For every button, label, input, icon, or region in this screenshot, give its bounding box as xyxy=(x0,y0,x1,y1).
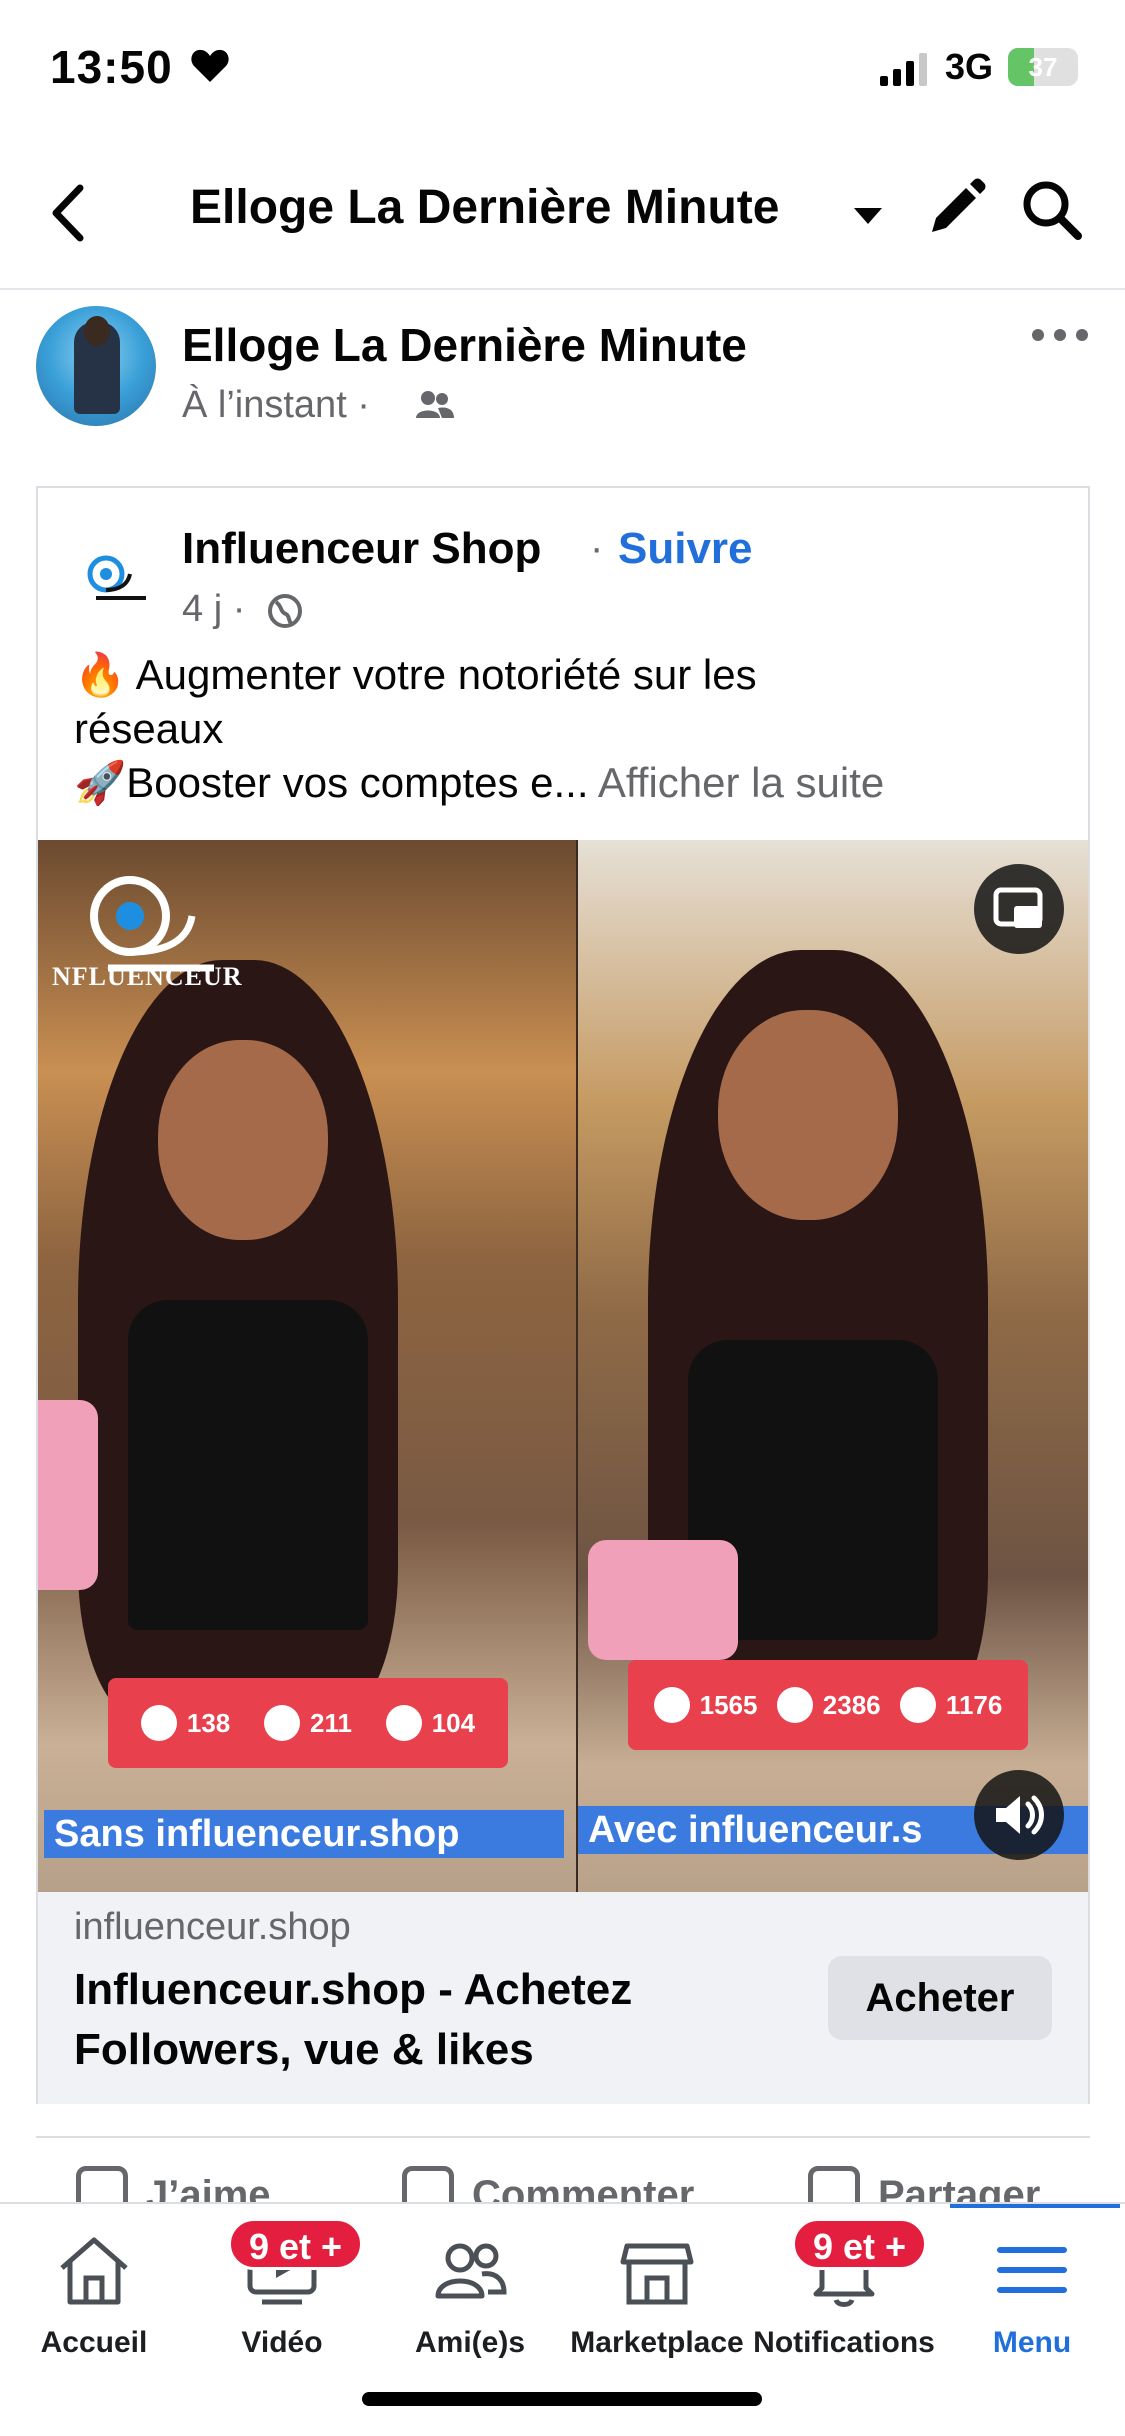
post-text-truncated: 🚀Booster vos comptes e... xyxy=(74,759,589,806)
person-face xyxy=(718,1010,898,1220)
video-left-panel: NFLUENCEUR 138 211 104 Sans influenceur.… xyxy=(38,840,576,1892)
picture-in-picture-button[interactable] xyxy=(974,864,1064,954)
heart-icon xyxy=(776,1687,813,1723)
author-avatar[interactable] xyxy=(36,306,156,426)
network-type: 3G xyxy=(945,46,994,87)
name-separator: · xyxy=(590,526,604,570)
friends-icon xyxy=(435,2243,507,2299)
views-icon xyxy=(385,1705,422,1741)
thumbs-up-icon xyxy=(76,2166,128,2202)
tab-marketplace[interactable]: Marketplace xyxy=(563,2204,751,2384)
shared-post-text: 🔥 Augmenter votre notoriété sur les rése… xyxy=(74,648,1064,810)
page-title[interactable]: Elloge La Dernière Minute xyxy=(190,180,779,235)
tab-friends[interactable]: Ami(e)s xyxy=(376,2204,564,2384)
signal-icon xyxy=(880,53,927,86)
notifications-badge: 9 et + xyxy=(792,2218,928,2270)
heart-icon xyxy=(264,1705,301,1741)
comment-label: Commenter xyxy=(472,2173,695,2202)
video-right-panel: 1565 2386 1176 Avec influenceur.s xyxy=(578,840,1088,1892)
status-bar: 13:50 3G 37 xyxy=(0,0,1125,140)
stats-box-left: 138 211 104 xyxy=(108,1678,508,1768)
comment-icon xyxy=(402,2166,454,2202)
likes-count: 211 xyxy=(310,1707,352,1738)
person-face xyxy=(158,1040,328,1240)
post-text-line: 🚀Booster vos comptes e... Afficher la su… xyxy=(74,756,1064,810)
views-icon xyxy=(899,1687,936,1723)
post-actions: J’aime Commenter Partager xyxy=(36,2136,1090,2202)
shared-page-name[interactable]: Influenceur Shop xyxy=(182,524,541,574)
see-more-link[interactable]: Afficher la suite xyxy=(598,759,884,806)
heart-icon xyxy=(191,49,229,82)
link-title[interactable]: Influenceur.shop - Achetez Followers, vu… xyxy=(74,1960,774,2080)
link-domain: influenceur.shop xyxy=(74,1906,351,1948)
phone-image xyxy=(38,1400,98,1590)
tab-marketplace-label: Marketplace xyxy=(570,2326,744,2359)
marketplace-icon xyxy=(620,2243,694,2305)
comments-count: 138 xyxy=(186,1707,231,1738)
shared-post-card[interactable]: Influenceur Shop · Suivre 4 j · 🔥 Augmen… xyxy=(36,486,1090,2104)
stats-box-right: 1565 2386 1176 xyxy=(628,1660,1028,1750)
views-count: 104 xyxy=(431,1707,476,1738)
follow-button[interactable]: Suivre xyxy=(618,524,753,574)
hamburger-menu-icon xyxy=(997,2247,1067,2293)
link-title-line: Followers, vue & likes xyxy=(74,2025,534,2074)
views-count: 1176 xyxy=(945,1689,1003,1720)
like-button[interactable]: J’aime xyxy=(76,2166,271,2202)
buy-button[interactable]: Acheter xyxy=(828,1956,1052,2040)
back-icon[interactable] xyxy=(40,178,100,248)
share-button[interactable]: Partager xyxy=(808,2166,1040,2202)
tab-menu[interactable]: Menu xyxy=(938,2204,1125,2384)
tab-home[interactable]: Accueil xyxy=(0,2204,188,2384)
tab-friends-label: Ami(e)s xyxy=(414,2326,526,2359)
share-icon xyxy=(808,2166,860,2202)
tab-menu-label: Menu xyxy=(992,2326,1072,2359)
video-caption-left: Sans influenceur.shop xyxy=(44,1810,564,1858)
person-top xyxy=(128,1300,368,1630)
comment-bubble-icon xyxy=(140,1705,177,1741)
phone-image xyxy=(588,1540,738,1660)
link-preview[interactable]: influenceur.shop Influenceur.shop - Ache… xyxy=(38,1892,1088,2104)
share-label: Partager xyxy=(878,2173,1041,2202)
shared-post-timestamp: 4 j · xyxy=(182,588,246,630)
tab-home-label: Accueil xyxy=(40,2326,148,2359)
comments-count: 1565 xyxy=(699,1689,758,1720)
edit-icon[interactable] xyxy=(922,176,988,242)
like-label: J’aime xyxy=(146,2173,271,2202)
tab-video-label: Vidéo xyxy=(241,2326,323,2359)
post-timestamp: À l’instant · xyxy=(182,384,370,426)
battery-level: 37 xyxy=(1028,52,1058,82)
post-text-line: réseaux xyxy=(74,705,224,752)
tab-notifications-label: Notifications xyxy=(753,2326,935,2359)
home-indicator xyxy=(362,2392,762,2406)
more-options-icon[interactable] xyxy=(1030,322,1090,348)
comment-bubble-icon xyxy=(653,1687,690,1723)
search-icon[interactable] xyxy=(1018,176,1084,242)
link-title-line: Influenceur.shop - Achetez xyxy=(74,1965,633,2014)
battery-icon: 37 xyxy=(1008,48,1078,86)
comment-button[interactable]: Commenter xyxy=(402,2166,694,2202)
video-badge: 9 et + xyxy=(228,2218,364,2270)
page-header: Elloge La Dernière Minute xyxy=(0,140,1125,290)
influenceur-shop-logo[interactable] xyxy=(76,540,156,620)
volume-button[interactable] xyxy=(974,1770,1064,1860)
likes-count: 2386 xyxy=(822,1689,881,1720)
globe-icon xyxy=(268,594,302,628)
home-icon xyxy=(60,2237,128,2305)
status-time: 13:50 xyxy=(50,41,173,93)
post-text-line: 🔥 Augmenter votre notoriété sur les xyxy=(74,651,757,698)
chevron-down-icon[interactable] xyxy=(850,200,886,230)
picture-in-picture-icon xyxy=(993,887,1043,928)
post-author-name[interactable]: Elloge La Dernière Minute xyxy=(182,318,747,372)
video-player[interactable]: NFLUENCEUR 138 211 104 Sans influenceur.… xyxy=(38,840,1088,1892)
speaker-icon xyxy=(996,1795,1044,1835)
avatar-face xyxy=(84,316,110,346)
video-watermark-text: NFLUENCEUR xyxy=(52,962,243,991)
friends-audience-icon[interactable] xyxy=(414,388,454,422)
